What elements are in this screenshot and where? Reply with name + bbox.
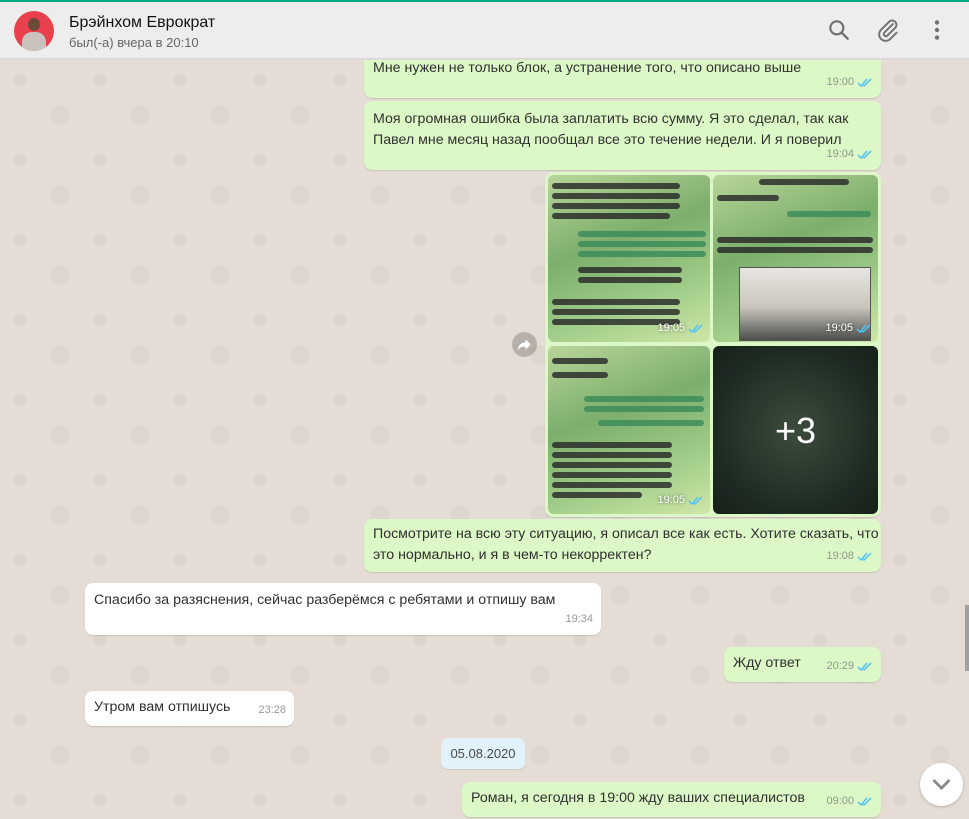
avatar-body [22,32,46,51]
screenshot-text-row [552,213,670,219]
message-text: Роман, я сегодня в 19:00 жду ваших специ… [471,790,805,806]
forward-icon [517,339,531,351]
read-ticks-icon [857,150,872,160]
message-outgoing[interactable]: Посмотрите на всю эту ситуацию, я описал… [364,519,881,572]
chat-header[interactable]: Брэйнхом Еврократ был(-а) вчера в 20:10 [0,2,969,59]
message-outgoing[interactable]: Моя огромная ошибка была заплатить всю с… [364,101,881,170]
message-text: Спасибо за разяснения, сейчас разберёмся… [94,592,556,608]
screenshot-text-row [552,492,642,498]
message-time: 20:29 [826,660,854,672]
message-text: Утром вам отпишусь [94,699,231,715]
message-time: 19:00 [826,76,854,88]
message-text: Мне нужен не только блок, а устранение т… [373,60,802,76]
album-image[interactable]: 19:05 [548,346,710,514]
message-meta: 23:28 [258,700,286,721]
image-time-label: 19:05 [657,322,685,334]
read-ticks-icon [857,552,872,562]
message-meta: 19:00 [826,72,873,93]
message-meta: 19:04 [826,144,873,165]
read-ticks-icon [857,662,872,672]
screenshot-text-row [787,211,871,217]
image-time: 19:05 [657,318,704,339]
screenshot-text-row [552,309,680,315]
album-more-images[interactable]: +3 [713,346,878,514]
screenshot-text-row [552,472,672,478]
screenshot-text-row [552,372,608,378]
search-icon[interactable] [826,17,852,43]
screenshot-text-row [584,396,704,402]
menu-icon[interactable] [924,17,950,43]
screenshot-text-row [759,179,849,185]
message-text: Посмотрите на всю эту ситуацию, я описал… [373,524,879,566]
screenshot-text-row [598,420,704,426]
message-outgoing[interactable]: Жду ответ 20:29 [724,647,881,682]
screenshot-text-row [552,482,672,488]
message-time: 19:04 [826,148,854,160]
message-line: Павел мне месяц назад пообщал все это те… [373,132,842,148]
avatar[interactable] [14,11,54,51]
message-line: это нормально, и я в чем-то некорректен? [373,547,652,563]
message-meta: 19:08 [826,546,873,567]
message-meta: 09:00 [826,791,873,812]
screenshot-text-row [717,195,779,201]
screenshot-text-row [552,299,680,305]
image-time: 19:05 [825,318,872,339]
message-incoming[interactable]: Спасибо за разяснения, сейчас разберёмся… [85,583,601,635]
screenshot-text-row [578,267,682,273]
read-ticks-icon [857,797,872,807]
message-outgoing[interactable]: Роман, я сегодня в 19:00 жду ваших специ… [462,782,881,817]
message-meta: 20:29 [826,656,873,677]
image-time-label: 19:05 [825,322,853,334]
read-ticks-icon [856,324,871,334]
screenshot-text-row [552,452,672,458]
screenshot-text-row [717,237,873,243]
image-time-label: 19:05 [657,494,685,506]
screenshot-text-row [578,241,706,247]
date-separator: 05.08.2020 [441,738,525,769]
read-ticks-icon [688,324,703,334]
screenshot-text-row [552,358,608,364]
screenshot-text-row [552,203,680,209]
screenshot-text-row [578,251,706,257]
scroll-to-bottom-button[interactable] [920,763,963,806]
message-time: 23:28 [258,704,286,716]
screenshot-text-row [578,277,682,283]
forward-button[interactable] [512,332,537,357]
screenshot-text-row [552,462,672,468]
media-album[interactable]: 19:05 19:05 19:05 +3 [545,172,881,517]
avatar-head [28,18,40,31]
more-images-count: +3 [774,409,817,451]
screenshot-text-row [552,183,680,189]
screenshot-text-row [584,406,704,412]
read-ticks-icon [688,496,703,506]
message-meta: 19:34 [565,609,593,630]
album-image[interactable]: 19:05 [548,175,710,342]
message-time: 19:08 [826,550,854,562]
message-outgoing[interactable]: Мне нужен не только блок, а устранение т… [364,60,881,98]
message-text: Жду ответ [733,655,801,671]
message-text: Моя огромная ошибка была заплатить всю с… [373,109,848,151]
screenshot-text-row [578,231,706,237]
message-time: 09:00 [826,795,854,807]
message-incoming[interactable]: Утром вам отпишусь 23:28 [85,691,294,726]
chat-area[interactable]: Мне нужен не только блок, а устранение т… [0,60,969,819]
screenshot-text-row [717,247,873,253]
contact-name[interactable]: Брэйнхом Еврократ [69,14,215,32]
message-time: 19:34 [565,613,593,625]
chevron-down-icon [932,779,951,791]
message-line: Посмотрите на всю эту ситуацию, я описал… [373,526,879,542]
image-time: 19:05 [657,490,704,511]
scrollbar-thumb[interactable] [965,605,969,671]
screenshot-text-row [552,442,672,448]
screenshot-text-row [552,193,680,199]
read-ticks-icon [857,78,872,88]
attach-icon[interactable] [875,17,901,43]
message-line: Моя огромная ошибка была заплатить всю с… [373,111,849,127]
contact-status: был(-а) вчера в 20:10 [69,35,199,50]
album-image[interactable]: 19:05 [713,175,878,342]
